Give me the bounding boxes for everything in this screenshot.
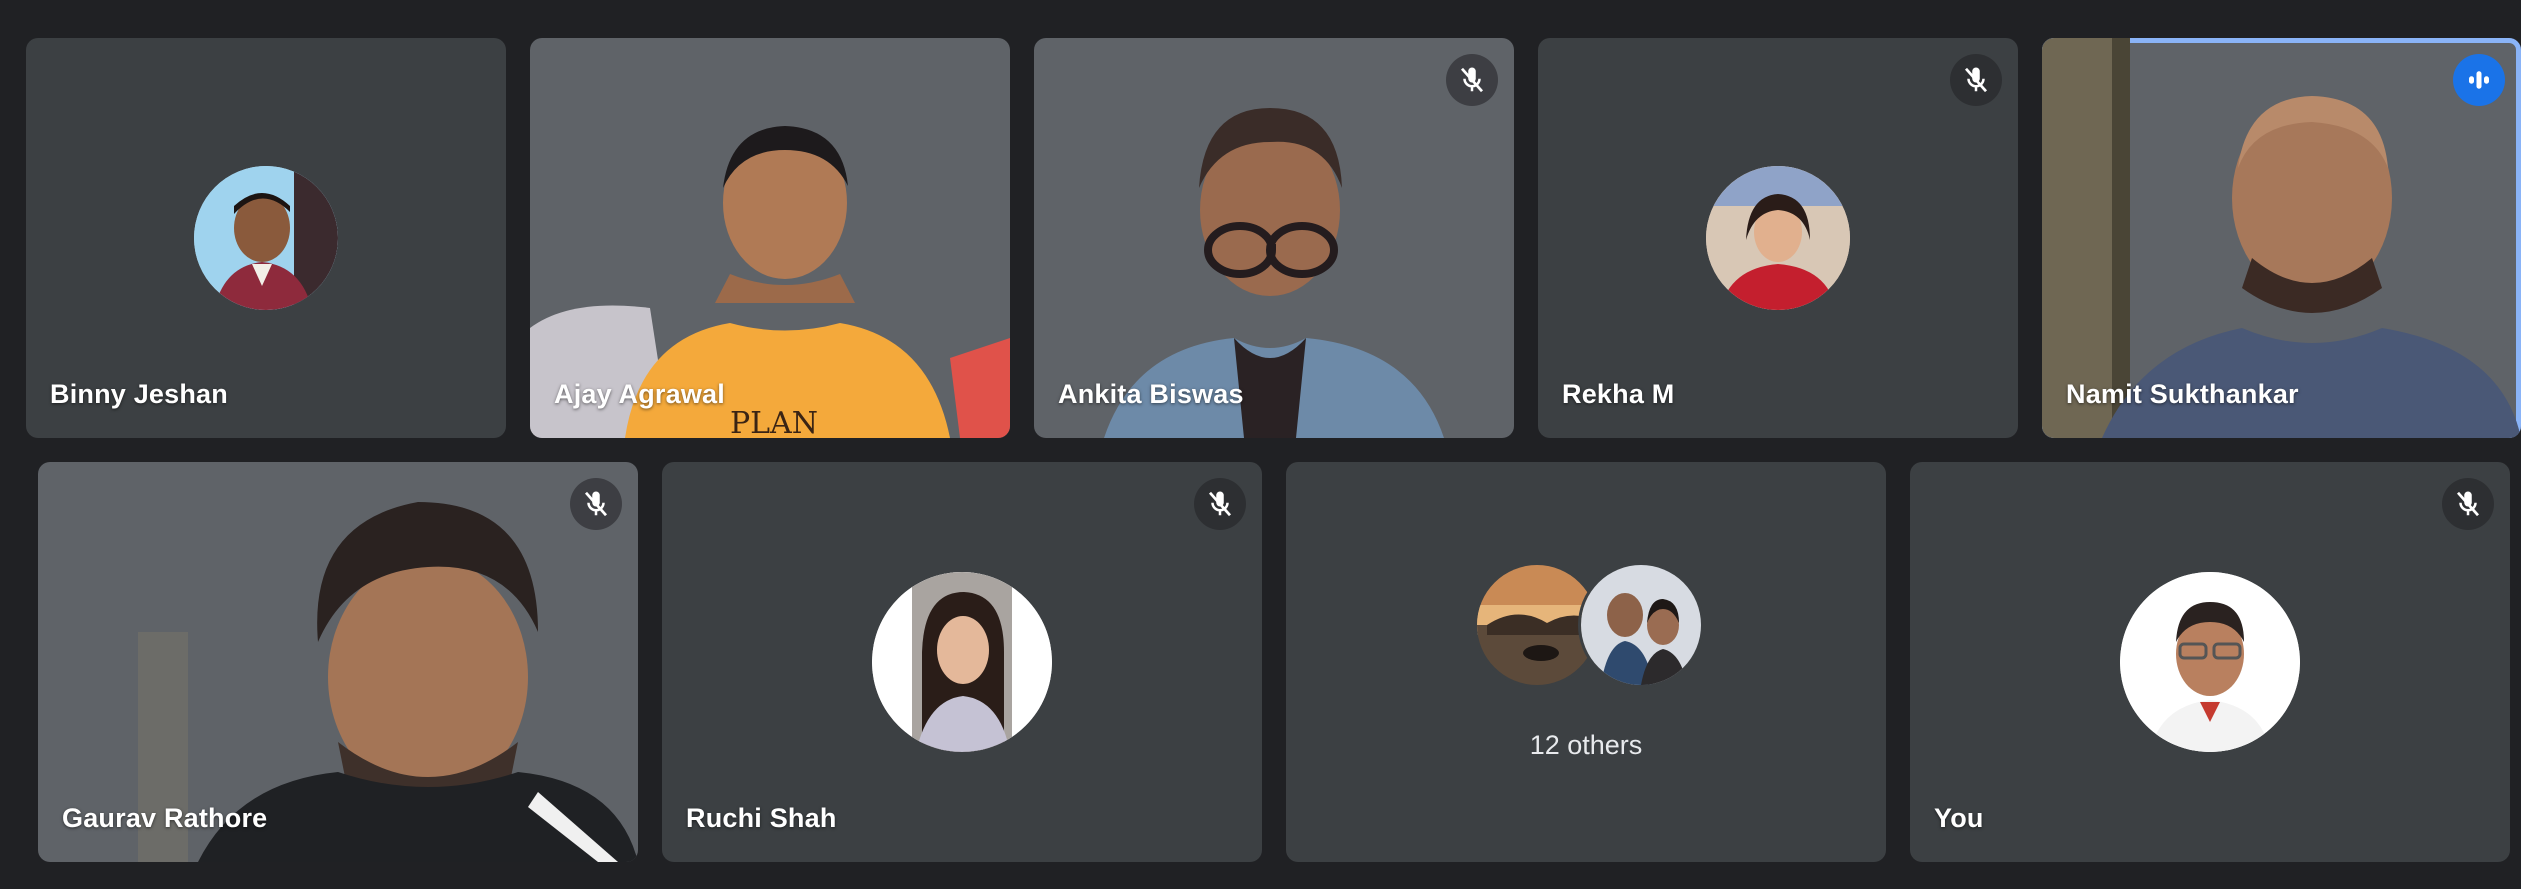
participant-tile-ruchi-shah[interactable]: Ruchi Shah — [662, 462, 1262, 862]
participant-tile-gaurav-rathore[interactable]: Gaurav Rathore — [38, 462, 638, 862]
participant-tile-binny-jeshan[interactable]: Binny Jeshan — [26, 38, 506, 438]
participant-tile-namit-sukthankar[interactable]: Namit Sukthankar — [2042, 38, 2521, 438]
avatar — [1578, 562, 1704, 688]
mic-off-icon — [570, 478, 622, 530]
svg-text:PLAN: PLAN — [730, 406, 818, 438]
participant-tile-ankita-biswas[interactable]: Ankita Biswas — [1034, 38, 1514, 438]
participant-name: Rekha M — [1562, 379, 1675, 409]
mic-off-icon — [1446, 54, 1498, 106]
participant-name: Namit Sukthankar — [2066, 379, 2299, 409]
participant-name: Binny Jeshan — [50, 379, 228, 409]
avatar — [1706, 166, 1850, 310]
participant-tile-you[interactable]: You — [1910, 462, 2510, 862]
audio-level-icon — [2453, 54, 2505, 106]
participant-name: Gaurav Rathore — [62, 803, 268, 833]
video-feed — [138, 502, 638, 862]
avatar — [2120, 572, 2300, 752]
participant-tile-ajay-agrawal[interactable]: PLAN Ajay Agrawal — [530, 38, 1010, 438]
participant-name: Ruchi Shah — [686, 803, 837, 833]
participant-name: Ankita Biswas — [1058, 379, 1244, 409]
meeting-grid: Binny Jeshan PLAN Ajay Agrawal Ankita Bi… — [0, 0, 2521, 889]
others-tile[interactable]: 12 others — [1286, 462, 1886, 862]
mic-off-icon — [1194, 478, 1246, 530]
participant-name: Ajay Agrawal — [554, 379, 725, 409]
participant-name: You — [1934, 803, 1984, 833]
video-feed: PLAN — [530, 126, 1010, 438]
avatar — [872, 572, 1052, 752]
video-feed — [2042, 38, 2521, 438]
others-count: 12 others — [1529, 730, 1643, 760]
mic-off-icon — [1950, 54, 2002, 106]
avatar — [194, 166, 338, 310]
mic-off-icon — [2442, 478, 2494, 530]
video-feed — [1104, 108, 1444, 438]
participant-tile-rekha-m[interactable]: Rekha M — [1538, 38, 2018, 438]
